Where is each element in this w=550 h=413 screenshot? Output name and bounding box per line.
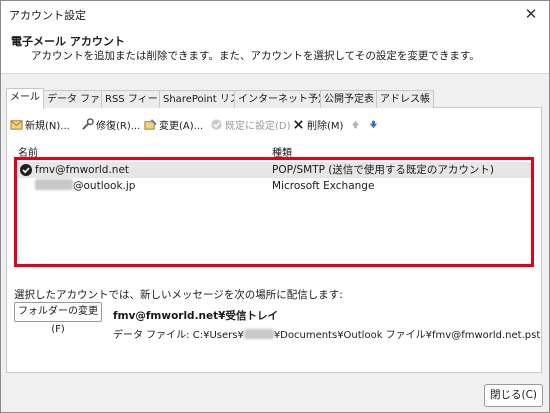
new-button[interactable]: 新規(N)... xyxy=(10,118,70,136)
change-button[interactable]: 変更(A)... xyxy=(144,118,203,136)
account-name: @outlook.jp xyxy=(35,178,135,194)
tab-address-books[interactable]: アドレス帳 xyxy=(376,90,434,108)
tab-mail[interactable]: メール xyxy=(6,88,44,109)
delivery-label: 選択したアカウントでは、新しいメッセージを次の場所に配信します: xyxy=(14,289,343,301)
wrench-icon xyxy=(82,118,94,130)
account-name: fmv@fmworld.net xyxy=(35,164,130,176)
delete-x-icon xyxy=(294,120,303,129)
redacted-username xyxy=(243,329,274,339)
list-header: 名前 種類 xyxy=(14,143,536,159)
default-check-icon xyxy=(211,119,222,130)
change-icon xyxy=(144,119,157,130)
set-default-button[interactable]: 既定に設定(D) xyxy=(210,118,291,136)
delete-button[interactable]: 削除(M) xyxy=(292,118,343,136)
default-account-check-icon xyxy=(20,164,32,176)
new-mail-icon xyxy=(10,120,23,130)
move-up-button[interactable] xyxy=(349,118,364,136)
window-title: アカウント設定 xyxy=(9,9,86,22)
data-file-path: データ ファイル: C:¥Users¥ ¥Documents¥Outlook ファ… xyxy=(113,329,541,341)
accounts-list[interactable]: fmv@fmworld.net POP/SMTP (送信で使用する既定のアカウン… xyxy=(14,157,534,267)
title-bar: アカウント設定 ✕ xyxy=(1,1,549,27)
change-folder-button[interactable]: フォルダーの変更(F) xyxy=(14,302,102,335)
account-type: POP/SMTP (送信で使用する既定のアカウント) xyxy=(272,164,494,176)
redacted-username xyxy=(35,179,73,190)
account-type: Microsoft Exchange xyxy=(272,180,375,192)
account-row[interactable]: fmv@fmworld.net POP/SMTP (送信で使用する既定のアカウン… xyxy=(17,162,531,178)
delivery-folder: fmv@fmworld.net¥受信トレイ xyxy=(113,310,278,322)
header-area: 電子メール アカウント アカウントを追加または削除できます。また、アカウントを選… xyxy=(1,27,549,74)
account-row[interactable]: @outlook.jp Microsoft Exchange xyxy=(17,178,531,194)
close-button[interactable]: 閉じる(C) xyxy=(484,384,543,407)
header-subtitle: アカウントを追加または削除できます。また、アカウントを選択してその設定を変更でき… xyxy=(31,50,480,62)
tab-published-calendars[interactable]: 公開予定表 xyxy=(320,90,378,108)
repair-button[interactable]: 修復(R)... xyxy=(81,118,140,136)
arrow-up-icon xyxy=(351,120,360,129)
close-icon[interactable]: ✕ xyxy=(519,3,543,25)
move-down-button[interactable] xyxy=(367,118,382,136)
header-title: 電子メール アカウント xyxy=(11,35,125,48)
arrow-down-icon xyxy=(369,120,378,129)
